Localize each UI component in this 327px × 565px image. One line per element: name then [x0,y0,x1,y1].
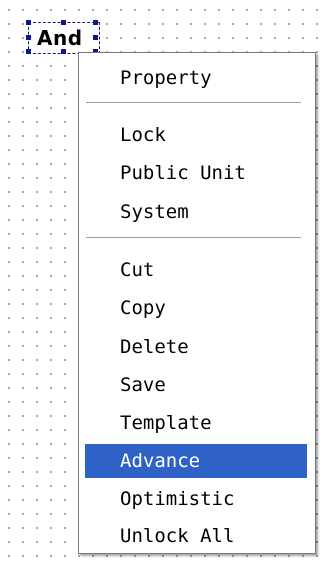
menu-separator [86,237,301,239]
menu-item-cut[interactable]: Cut [85,253,307,287]
resize-handle-bottom-left[interactable] [26,49,31,54]
context-menu: Property Lock Public Unit System Cut Cop… [78,52,316,554]
menu-item-advance[interactable]: Advance [85,444,307,478]
menu-item-lock[interactable]: Lock [85,118,307,152]
menu-item-copy[interactable]: Copy [85,291,307,325]
resize-handle-top[interactable] [61,20,66,25]
resize-handle-top-right[interactable] [93,20,98,25]
and-gate-unit[interactable]: And [26,20,100,54]
menu-item-delete[interactable]: Delete [85,330,307,364]
resize-handle-top-left[interactable] [26,20,31,25]
menu-item-template[interactable]: Template [85,406,307,440]
menu-item-save[interactable]: Save [85,368,307,402]
menu-item-public-unit[interactable]: Public Unit [85,156,307,190]
resize-handle-left[interactable] [26,35,31,40]
menu-item-optimistic[interactable]: Optimistic [85,482,307,516]
resize-handle-right[interactable] [93,35,98,40]
resize-handle-bottom[interactable] [61,49,66,54]
menu-separator [86,102,301,104]
menu-item-property[interactable]: Property [85,61,307,95]
menu-item-unlock-all[interactable]: Unlock All [85,519,307,553]
unit-label: And [37,26,83,50]
menu-item-system[interactable]: System [85,195,307,229]
